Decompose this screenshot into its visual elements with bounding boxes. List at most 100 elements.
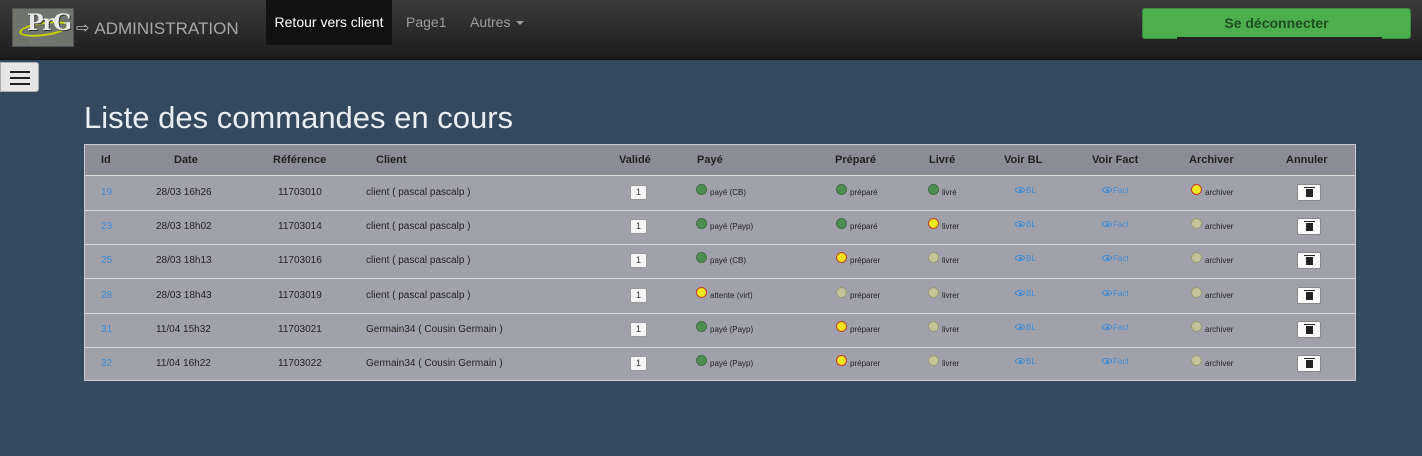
order-id-link[interactable]: 25 [101,255,112,266]
validate-quantity-button[interactable]: 1 [630,253,647,269]
eye-icon [1015,358,1025,364]
status-dot-icon [928,355,939,366]
prepare-status-label: préparer [850,359,881,368]
eye-icon [1102,221,1112,228]
eye-icon [1102,323,1112,330]
archiver-status[interactable]: archiver [1191,252,1233,265]
voir-fact-label: Fact [1113,288,1129,298]
cancel-order-button[interactable] [1297,252,1321,270]
order-client: client ( pascal pascalp ) [366,289,471,301]
logout-button[interactable]: Se déconnecter [1142,8,1411,40]
header-date: Date [174,154,198,166]
order-date: 28/03 16h26 [156,187,212,198]
archiver-status[interactable]: archiver [1191,320,1234,334]
livre-status[interactable]: livrer [928,218,959,231]
paye-status[interactable]: payé (CB) [696,252,746,265]
prepare-status[interactable]: préparer [836,286,880,300]
voir-bl-link[interactable]: BL [1015,220,1036,229]
paye-status[interactable]: payé (CB) [696,184,746,197]
trash-icon [1303,358,1315,368]
prepare-status[interactable]: préparé [836,184,878,197]
cancel-order-button[interactable] [1297,320,1321,338]
archiver-status-label: archiver [1205,324,1234,334]
order-date: 28/03 18h02 [156,221,212,233]
order-date: 11/04 16h22 [156,358,211,369]
paye-status[interactable]: payé (Payp) [696,355,753,368]
header-valide: Validé [619,154,651,166]
voir-bl-link[interactable]: BL [1015,357,1036,366]
prepare-status[interactable]: préparer [836,252,881,266]
archiver-status[interactable]: archiver [1191,218,1233,231]
eye-icon [1015,289,1025,296]
voir-bl-link[interactable]: BL [1015,289,1036,298]
sidebar-toggle-button[interactable] [0,62,39,92]
nav-page1[interactable]: Page1 [406,0,446,45]
nav-retour-vers-client[interactable]: Retour vers client [266,0,392,45]
order-client: client ( pascal pascalp ) [366,221,471,233]
validate-quantity-button[interactable]: 1 [630,287,647,303]
prepare-status[interactable]: préparer [836,355,881,368]
cancel-order-button[interactable] [1297,184,1321,201]
voir-fact-link[interactable]: Fact [1102,289,1129,298]
livre-status[interactable]: livrer [928,286,960,300]
order-id-link[interactable]: 31 [101,324,112,335]
order-id-link[interactable]: 19 [101,187,112,198]
header-paye: Payé [697,154,723,166]
brand[interactable]: PrG . . . . . . . . . ⇨ ADMINISTRATION [12,7,239,47]
logo[interactable]: PrG . . . . . . . . . [12,7,74,47]
paye-status[interactable]: payé (Payp) [696,218,753,231]
archiver-status-label: archiver [1205,290,1234,300]
prepare-status[interactable]: préparer [836,320,880,334]
cancel-order-button[interactable] [1297,286,1321,304]
livre-status[interactable]: livrer [928,252,959,265]
table-row: 28 28/03 18h43 11703019 client ( pascal … [85,280,1355,314]
voir-fact-link[interactable]: Fact [1102,186,1129,195]
trash-icon [1303,255,1315,266]
header-annuler: Annuler [1286,154,1328,166]
header-id: Id [101,154,111,166]
voir-bl-link[interactable]: BL [1015,323,1036,332]
validate-quantity-button[interactable]: 1 [630,185,647,200]
paye-status[interactable]: payé (Payp) [696,320,753,334]
archiver-status-label: archiver [1205,188,1234,197]
arrow-right-icon: ⇨ [76,20,90,37]
archiver-status[interactable]: archiver [1191,355,1233,368]
livre-status-label: livrer [942,324,960,334]
voir-fact-link[interactable]: Fact [1102,220,1129,229]
status-dot-icon [1191,320,1202,332]
cancel-order-button[interactable] [1297,355,1321,372]
status-dot-icon [696,252,707,264]
validate-quantity-button[interactable]: 1 [630,321,647,337]
status-dot-icon [928,286,939,298]
order-id-link[interactable]: 28 [101,290,112,301]
archiver-status[interactable]: archiver [1191,184,1234,197]
voir-fact-link[interactable]: Fact [1102,323,1129,332]
order-reference: 11703014 [278,221,322,233]
cancel-order-button[interactable] [1297,218,1321,236]
livre-status[interactable]: livrer [928,355,959,368]
paye-status[interactable]: attente (virt) [696,286,753,300]
brand-title[interactable]: ADMINISTRATION [94,19,238,39]
order-id-link[interactable]: 23 [101,221,112,232]
status-dot-icon [1191,252,1202,264]
validate-quantity-button[interactable]: 1 [630,356,647,371]
voir-bl-link[interactable]: BL [1015,186,1036,195]
livre-status-label: livrer [942,290,960,300]
menu-icon-bar [10,77,30,79]
status-dot-icon [696,355,707,366]
prepare-status-label: préparer [850,256,881,266]
voir-fact-link[interactable]: Fact [1102,254,1129,263]
voir-fact-link[interactable]: Fact [1102,357,1129,366]
validate-quantity-button[interactable]: 1 [630,219,647,235]
trash-icon [1303,289,1315,300]
prepare-status[interactable]: préparé [836,218,878,231]
order-id-link[interactable]: 32 [101,358,112,369]
status-dot-icon [836,320,847,332]
livre-status[interactable]: livré [928,184,957,197]
livre-status[interactable]: livrer [928,320,960,334]
voir-fact-label: Fact [1113,322,1129,332]
archiver-status[interactable]: archiver [1191,286,1234,300]
nav-autres-dropdown[interactable]: Autres [470,0,525,45]
top-navbar: PrG . . . . . . . . . ⇨ ADMINISTRATION R… [0,0,1422,60]
voir-bl-link[interactable]: BL [1015,254,1036,263]
